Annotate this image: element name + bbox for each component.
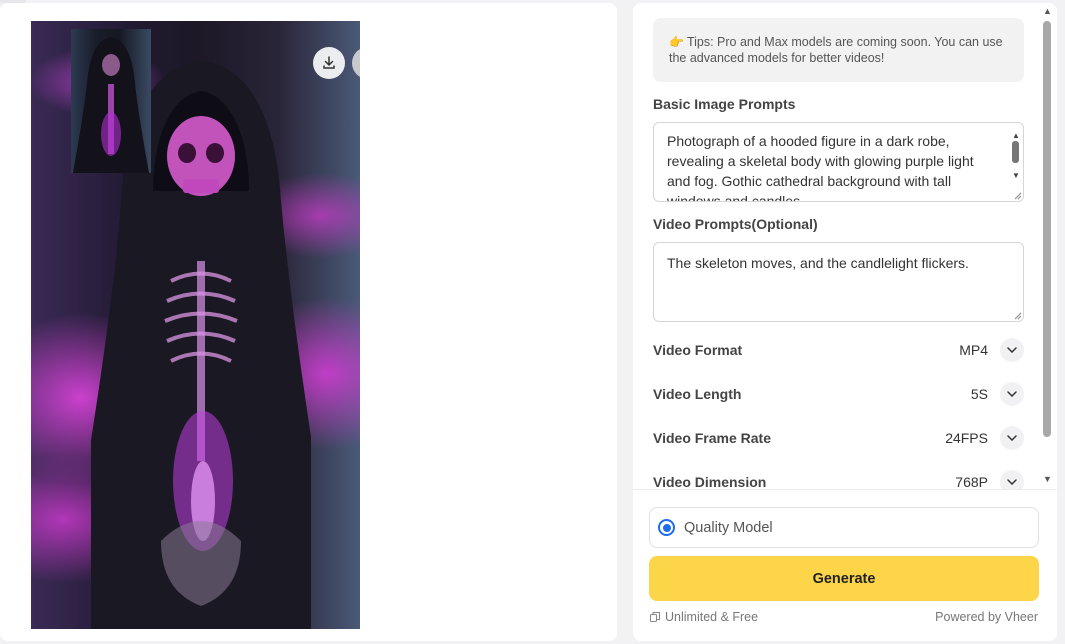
- setting-name: Video Dimension: [653, 474, 767, 489]
- setting-value: 24FPS: [945, 430, 988, 446]
- download-icon: [323, 56, 335, 69]
- download-button[interactable]: [313, 47, 345, 79]
- video-prompt-label: Video Prompts(Optional): [653, 216, 818, 232]
- model-label: Quality Model: [684, 519, 773, 536]
- resize-handle-icon[interactable]: [1012, 310, 1022, 320]
- chevron-down-icon[interactable]: [1000, 426, 1024, 450]
- resize-handle-icon[interactable]: [1012, 190, 1022, 200]
- setting-video-dimension[interactable]: Video Dimension 768P: [653, 470, 1024, 489]
- scroll-thumb[interactable]: [1043, 21, 1051, 437]
- thumbnail-figure: [73, 37, 149, 173]
- powered-by-text: Powered by Vheer: [935, 610, 1038, 624]
- chevron-down-icon[interactable]: [1000, 338, 1024, 362]
- panel-scrollbar[interactable]: ▲ ▼: [1042, 7, 1052, 484]
- scroll-thumb[interactable]: [1012, 141, 1019, 163]
- setting-value: 5S: [970, 386, 988, 402]
- setting-name: Video Format: [653, 342, 743, 358]
- video-prompt-text: The skeleton moves, and the candlelight …: [667, 255, 969, 271]
- basic-prompt-label: Basic Image Prompts: [653, 96, 796, 112]
- setting-video-length[interactable]: Video Length 5S: [653, 382, 1024, 406]
- settings-scroll-area[interactable]: 👉 Tips: Pro and Max models are coming soo…: [633, 3, 1039, 489]
- copy-icon: [650, 612, 660, 622]
- preview-panel: [0, 3, 617, 641]
- setting-value: 768P: [955, 474, 988, 489]
- footer-left-text: Unlimited & Free: [665, 610, 759, 624]
- setting-name: Video Frame Rate: [653, 430, 772, 446]
- scroll-down-icon[interactable]: ▼: [1043, 475, 1052, 484]
- delete-button[interactable]: [352, 47, 360, 79]
- radio-button[interactable]: [658, 519, 675, 536]
- quality-model-option[interactable]: Quality Model: [649, 507, 1039, 548]
- basic-prompt-textarea[interactable]: Photograph of a hooded figure in a dark …: [653, 122, 1024, 202]
- setting-value: MP4: [959, 342, 988, 358]
- divider: [633, 489, 1057, 490]
- source-image-thumbnail[interactable]: [71, 29, 151, 173]
- video-prompt-textarea[interactable]: The skeleton moves, and the candlelight …: [653, 242, 1024, 322]
- chevron-down-icon[interactable]: [1000, 470, 1024, 489]
- basic-prompt-text: Photograph of a hooded figure in a dark …: [667, 133, 974, 202]
- setting-video-frame-rate[interactable]: Video Frame Rate 24FPS: [653, 426, 1024, 450]
- generate-button[interactable]: Generate: [649, 556, 1039, 601]
- generated-image: [31, 21, 360, 629]
- setting-name: Video Length: [653, 386, 742, 402]
- scroll-down-icon[interactable]: ▼: [1012, 166, 1020, 186]
- settings-panel: 👉 Tips: Pro and Max models are coming soo…: [633, 3, 1057, 641]
- unlimited-free-note: Unlimited & Free: [649, 610, 758, 624]
- scroll-up-icon[interactable]: ▲: [1043, 7, 1052, 16]
- textarea-scrollbar[interactable]: ▲ ▼: [1011, 126, 1021, 186]
- tips-text: Tips: Pro and Max models are coming soon…: [669, 35, 1003, 65]
- pointing-hand-icon: 👉: [669, 35, 684, 49]
- setting-video-format[interactable]: Video Format MP4: [653, 338, 1024, 362]
- tips-box: 👉 Tips: Pro and Max models are coming soo…: [653, 18, 1024, 82]
- chevron-down-icon[interactable]: [1000, 382, 1024, 406]
